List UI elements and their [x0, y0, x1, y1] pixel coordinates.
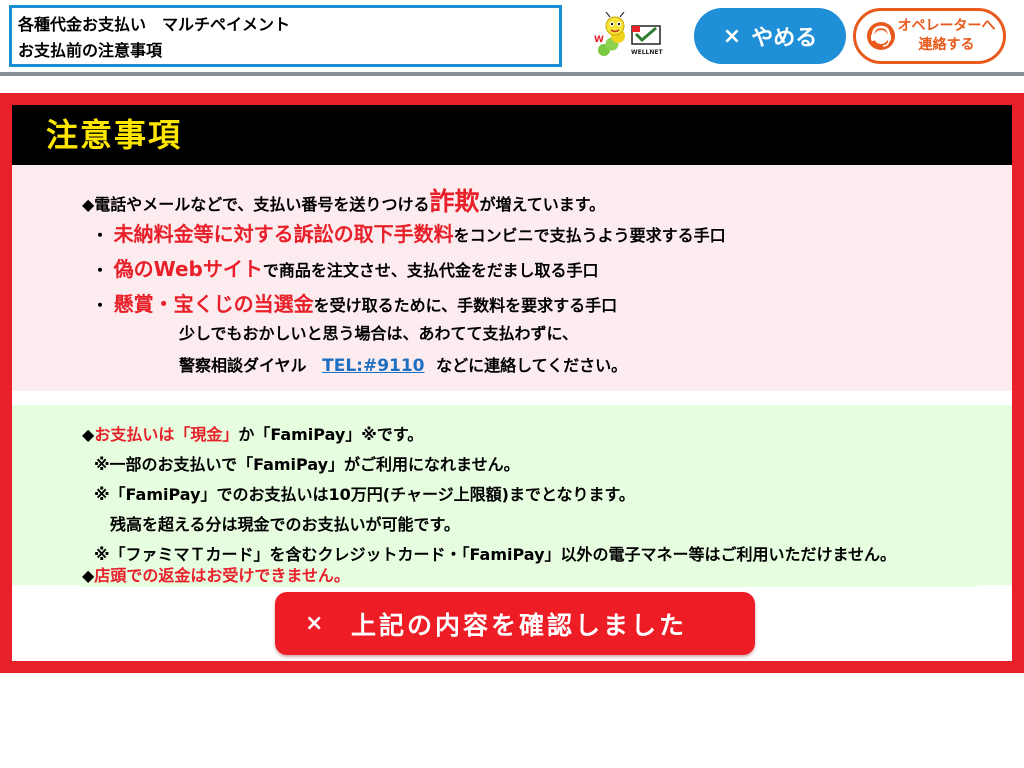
payment-methods: ◆お支払いは「現金」か「FamiPay」※です。 — [82, 425, 424, 444]
confirm-button-label: 上記の内容を確認しました — [351, 610, 688, 640]
fraud-item-fake-website: ・ 偽のWebサイトで商品を注文させ、支払代金をだまし取る手口 — [92, 257, 599, 281]
famipay-restriction: ※一部のお支払いで「FamiPay」がご利用になれません。 — [94, 455, 520, 474]
notice-frame: 注意事項 ◆電話やメールなどで、支払い番号を送りつける詐欺が増えています。 ・ … — [0, 93, 1024, 673]
svg-text:WELLNET: WELLNET — [631, 49, 663, 56]
contact-operator-label: オペレーターへ 連絡する — [897, 18, 996, 53]
page-title-box: 各種代金お支払い マルチペイメント お支払前の注意事項 — [9, 5, 562, 67]
header-divider — [0, 72, 1024, 76]
mascot-logo-icon: W WELLNET — [590, 11, 664, 60]
police-hotline: 警察相談ダイヤル TEL:#9110 などに連絡してください。 — [179, 356, 628, 376]
svg-text:W: W — [594, 35, 604, 45]
fraud-intro: ◆電話やメールなどで、支払い番号を送りつける詐欺が増えています。 — [82, 187, 606, 216]
stop-button-label: やめる — [751, 26, 818, 51]
fraud-advice: 少しでもおかしいと思う場合は、あわてて支払わずに、 — [179, 324, 579, 343]
contact-operator-button[interactable]: オペレーターへ 連絡する — [853, 8, 1006, 64]
close-x-icon: × — [305, 611, 324, 636]
famipay-overflow-note: 残高を超える分は現金でのお支払いが可能です。 — [110, 515, 460, 534]
confirm-button[interactable]: × 上記の内容を確認しました — [275, 592, 755, 655]
no-refund-notice: ◆店頭での返金はお受けできません。 — [82, 566, 350, 585]
page-subtitle: お支払前の注意事項 — [18, 41, 163, 60]
stop-button[interactable]: × やめる — [694, 8, 846, 64]
notice-heading: 注意事項 — [12, 105, 1012, 165]
notice-panel: 注意事項 ◆電話やメールなどで、支払い番号を送りつける詐欺が増えています。 ・ … — [12, 105, 1012, 661]
page-title: 各種代金お支払い マルチペイメント — [18, 15, 291, 34]
police-tel-link[interactable]: TEL:#9110 — [322, 356, 424, 376]
operator-headset-icon — [866, 21, 896, 51]
famipay-limit: ※「FamiPay」でのお支払いは10万円(チャージ上限額)までとなります。 — [94, 485, 635, 504]
fraud-item-lawsuit: ・ 未納料金等に対する訴訟の取下手数料をコンビニで支払うよう要求する手口 — [92, 222, 726, 246]
fraud-item-prize: ・ 懸賞・宝くじの当選金を受け取るために、手数料を要求する手口 — [92, 292, 618, 316]
close-x-icon: × — [722, 23, 742, 49]
